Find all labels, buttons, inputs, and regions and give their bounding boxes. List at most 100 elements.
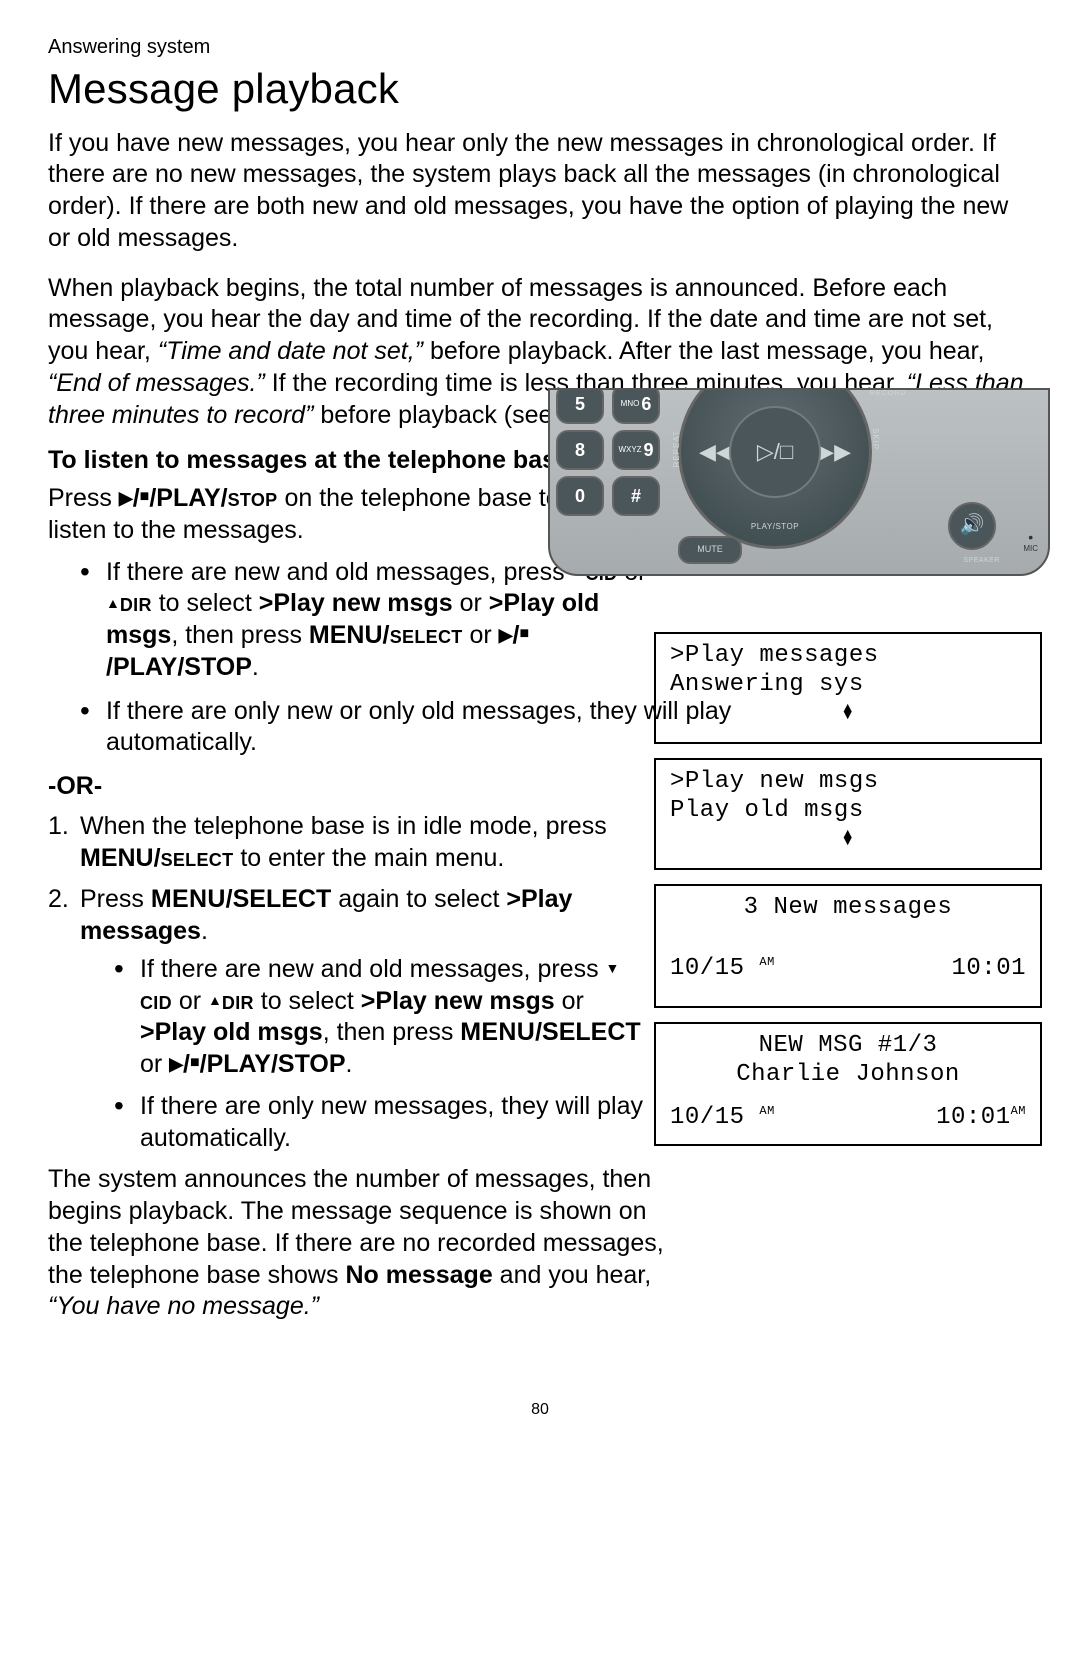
text: . xyxy=(346,1050,353,1078)
numbered-list: When the telephone base is in idle mode,… xyxy=(48,811,646,1155)
play-icon: ▶ xyxy=(499,626,513,644)
section-label: Answering system xyxy=(48,35,1032,60)
lcd-title: 3 New messages xyxy=(670,894,1026,923)
record-label: RECORD xyxy=(870,390,906,399)
quote: “You have no message.” xyxy=(48,1292,319,1320)
press-instruction: Press ▶/■/PLAY/stop on the telephone bas… xyxy=(48,483,618,547)
down-triangle-icon: ▼ xyxy=(606,961,620,975)
lcd-line: Answering sys xyxy=(670,671,1026,700)
text: /SELECT xyxy=(535,1018,641,1046)
sub-bullet-list: If there are new and old messages, press… xyxy=(80,954,646,1155)
text: , then press xyxy=(323,1018,461,1046)
list-item: If there are new and old messages, press… xyxy=(114,954,646,1081)
cid-label: cid xyxy=(140,987,172,1015)
phone-base-illustration: 5 MNO6 8 WXYZ9 0 # ◀◀ ▶▶ ▷/□ PLAY/STOP R… xyxy=(548,388,1050,576)
text: /SELECT xyxy=(226,885,332,913)
menu-option: >Play new msgs xyxy=(259,589,453,617)
stop-icon: ■ xyxy=(519,626,529,642)
text: When the telephone base is in idle mode,… xyxy=(80,812,607,840)
text: stop xyxy=(228,484,278,512)
text: If there are new and old messages, press xyxy=(106,558,572,586)
updown-icon: ▲▼ xyxy=(670,832,1026,847)
text: or xyxy=(140,1050,169,1078)
lcd-screen-1: >Play messages Answering sys ▲▼ xyxy=(654,632,1042,744)
or-separator: -OR- xyxy=(48,771,648,803)
dir-label: dir xyxy=(120,589,152,617)
text: to enter the main menu. xyxy=(233,844,504,872)
bullet-list: If there are new and old messages, press… xyxy=(48,557,745,760)
lcd-line: >Play messages xyxy=(670,642,1026,671)
stop-icon: ■ xyxy=(190,1055,200,1071)
key-8: 8 xyxy=(556,430,604,470)
text: before playback (see xyxy=(313,401,559,429)
repeat-label: REPEAT xyxy=(672,430,682,467)
repeat-icon: ◀◀ xyxy=(699,438,733,466)
skip-icon: ▶▶ xyxy=(817,438,851,466)
key-9: WXYZ9 xyxy=(612,430,660,470)
mic-label: •MIC xyxy=(1023,530,1038,554)
lcd-time: 10:01AM xyxy=(936,1104,1026,1133)
play-dial: ◀◀ ▶▶ ▷/□ PLAY/STOP xyxy=(678,388,872,549)
text: or xyxy=(555,987,584,1015)
quote: “Time and date not set,” xyxy=(158,337,423,365)
play-stop-button: ▷/□ xyxy=(729,406,821,498)
quote: “End of messages.” xyxy=(48,369,265,397)
text: MENU xyxy=(460,1018,535,1046)
lcd-time: 10:01 xyxy=(951,955,1026,984)
closing-paragraph: The system announces the number of messa… xyxy=(48,1164,688,1323)
key-6: MNO6 xyxy=(612,388,660,424)
dir-label: dir xyxy=(222,987,254,1015)
text: /select xyxy=(383,621,463,649)
lcd-date: 10/15 AM xyxy=(670,955,775,984)
menu-option: >Play new msgs xyxy=(361,987,555,1015)
text: and you hear, xyxy=(493,1261,651,1289)
keypad: 5 MNO6 8 WXYZ9 0 # xyxy=(550,388,660,522)
lcd-screen-3: 3 New messages 10/15 AM 10:01 xyxy=(654,884,1042,1008)
updown-icon: ▲▼ xyxy=(670,706,1026,721)
text: to select xyxy=(152,589,259,617)
list-item: Press MENU/SELECT again to select >Play … xyxy=(48,884,646,1154)
lcd-title: NEW MSG #1/3 xyxy=(670,1032,1026,1061)
play-icon: ▶ xyxy=(119,489,133,507)
speaker-button: 🔊 xyxy=(948,502,996,550)
stop-icon: ■ xyxy=(140,489,150,505)
key-0: 0 xyxy=(556,476,604,516)
emphasized: No message xyxy=(345,1261,492,1289)
text: . xyxy=(201,917,208,945)
intro-paragraph-1: If you have new messages, you hear only … xyxy=(48,128,1032,255)
text: Press xyxy=(48,484,119,512)
page-title: Message playback xyxy=(48,62,1032,115)
speaker-label: SPEAKER xyxy=(963,557,1000,566)
mute-button: MUTE xyxy=(678,536,742,564)
text: again to select xyxy=(331,885,506,913)
menu-option: >Play old msgs xyxy=(140,1018,323,1046)
lcd-screen-2: >Play new msgs Play old msgs ▲▼ xyxy=(654,758,1042,870)
list-item: If there are only new messages, they wil… xyxy=(114,1091,646,1155)
lcd-date: 10/15 AM xyxy=(670,1104,775,1133)
text: or xyxy=(453,589,489,617)
text: to select xyxy=(254,987,361,1015)
list-item: If there are only new or only old messag… xyxy=(80,696,745,760)
key-5: 5 xyxy=(556,388,604,424)
text: If there are new and old messages, press xyxy=(140,955,606,983)
text: before playback. After the last message,… xyxy=(423,337,984,365)
skip-label: SKIP xyxy=(870,428,880,450)
text: select xyxy=(161,844,234,872)
play-stop-label: PLAY/STOP xyxy=(751,522,799,532)
text: , then press xyxy=(171,621,309,649)
text: Press xyxy=(80,885,151,913)
text: MENU xyxy=(309,621,383,649)
text: MENU/ xyxy=(80,844,161,872)
play-icon: ▶ xyxy=(169,1055,183,1073)
page-number: 80 xyxy=(0,1400,1080,1420)
lcd-line: Play old msgs xyxy=(670,797,1026,826)
text: or xyxy=(172,987,208,1015)
lcd-screen-4: NEW MSG #1/3 Charlie Johnson 10/15 AM 10… xyxy=(654,1022,1042,1146)
list-item: When the telephone base is in idle mode,… xyxy=(48,811,646,875)
up-triangle-icon: ▲ xyxy=(208,993,222,1007)
key-hash: # xyxy=(612,476,660,516)
text: . xyxy=(252,653,259,681)
lcd-caller: Charlie Johnson xyxy=(670,1061,1026,1090)
up-triangle-icon: ▲ xyxy=(106,596,120,610)
lcd-line: >Play new msgs xyxy=(670,768,1026,797)
